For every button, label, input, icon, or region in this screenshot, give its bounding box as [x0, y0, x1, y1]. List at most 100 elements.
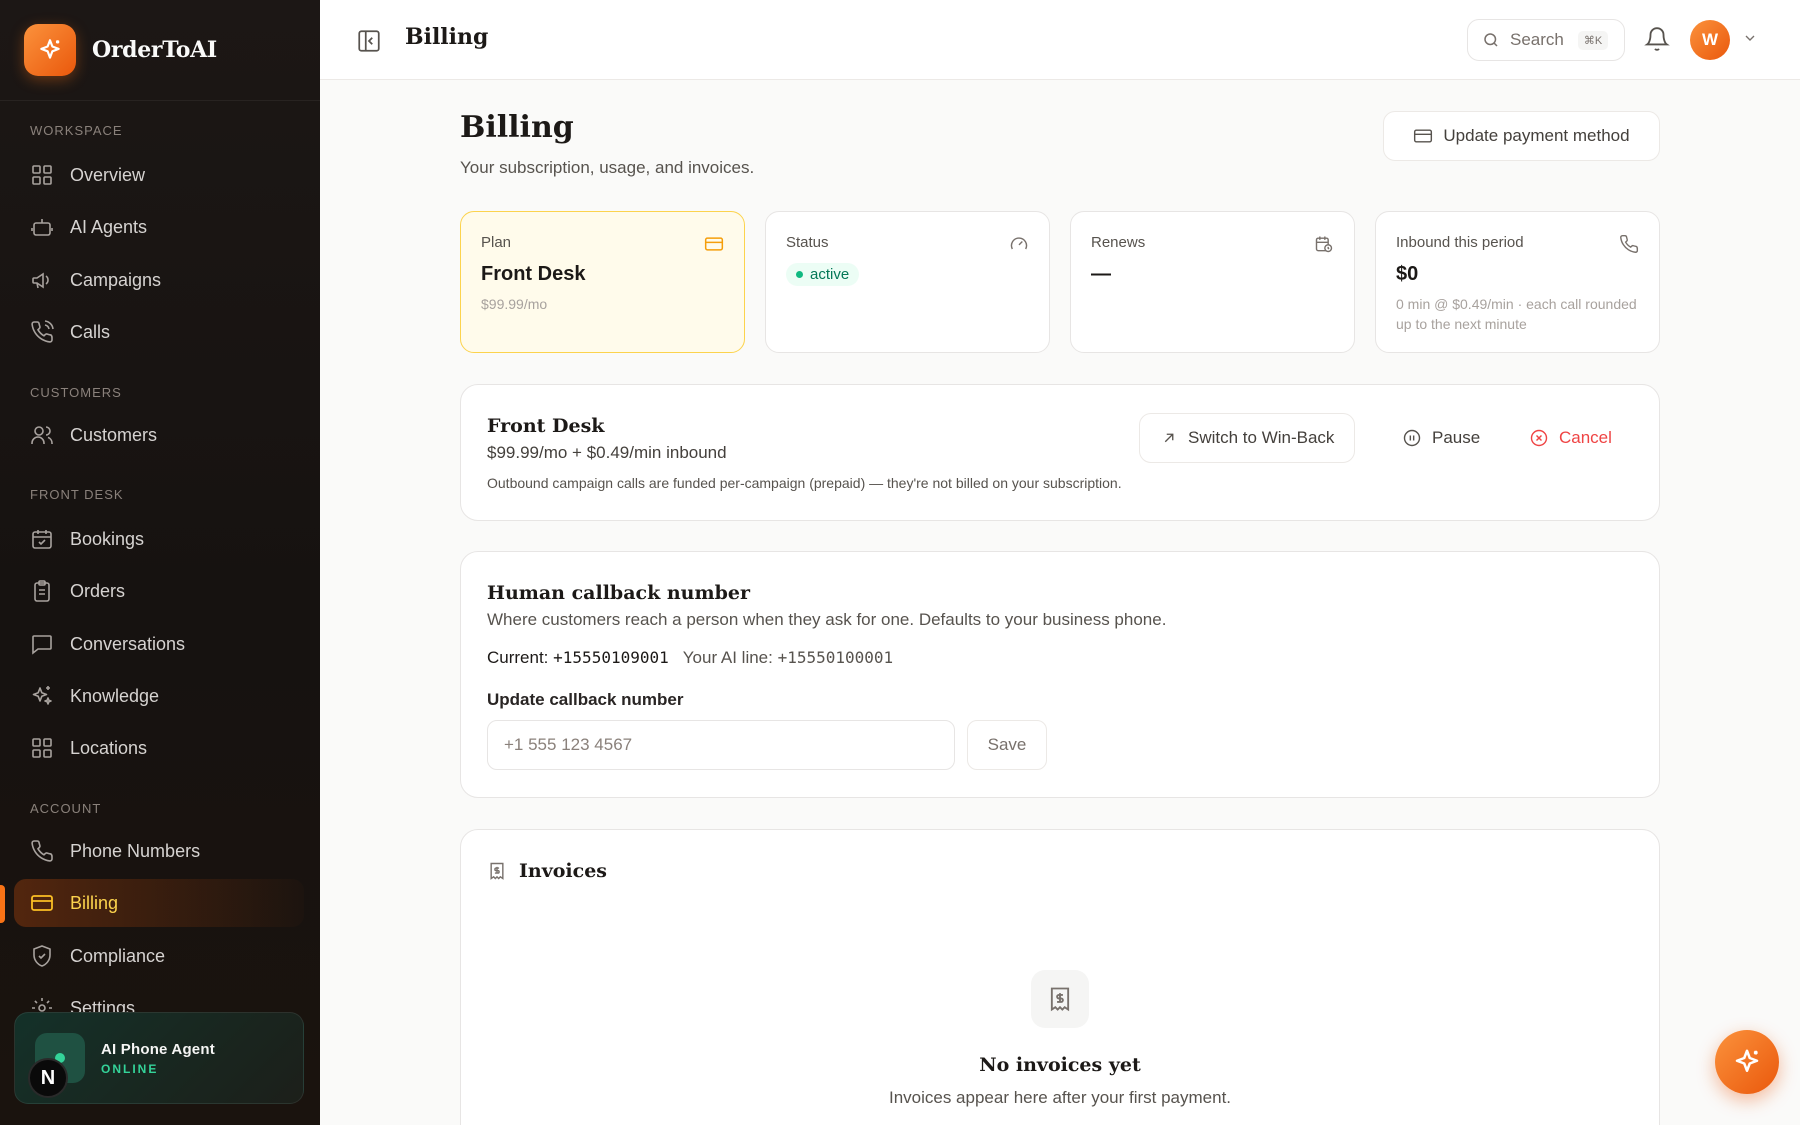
plan-card: Front Desk $99.99/mo + $0.49/min inbound… — [460, 384, 1660, 521]
stat-card-status: Status active — [765, 211, 1050, 353]
megaphone-icon — [32, 272, 49, 289]
sidebar-item-calls[interactable]: Calls — [14, 308, 304, 356]
section-label-customers: CUSTOMERS — [30, 385, 122, 400]
empty-title: No invoices yet — [979, 1054, 1141, 1076]
sidebar-item-label: Compliance — [70, 945, 166, 966]
clipboard-icon — [34, 580, 50, 602]
sidebar-item-billing[interactable]: Billing — [14, 879, 304, 927]
phone-icon — [31, 840, 53, 862]
stat-label: Inbound this period — [1396, 234, 1524, 251]
brand-divider — [0, 100, 320, 101]
sidebar-toggle-icon[interactable] — [356, 28, 382, 54]
brand-name: OrderToAI — [92, 37, 217, 63]
sidebar-item-customers[interactable]: Customers — [14, 411, 304, 459]
callback-form: Save — [487, 720, 1633, 770]
stat-sub: $99.99/mo — [481, 296, 548, 312]
update-callback-label: Update callback number — [487, 690, 684, 709]
calendar-icon — [32, 530, 52, 549]
sidebar-item-conversations[interactable]: Conversations — [14, 620, 304, 668]
credit-card-icon — [31, 895, 53, 911]
brand[interactable]: OrderToAI — [24, 24, 217, 76]
ai-assistant-button[interactable] — [1715, 1030, 1779, 1094]
sidebar-item-ai-agents[interactable]: AI Agents — [14, 203, 304, 251]
robot-icon — [31, 219, 53, 236]
gauge-icon — [1010, 237, 1028, 250]
stat-label: Status — [786, 234, 829, 251]
grid-icon — [32, 165, 52, 185]
topbar-title: Billing — [405, 24, 489, 50]
stat-card-plan: Plan Front Desk $99.99/mo — [460, 211, 745, 353]
shield-check-icon — [33, 945, 51, 967]
sidebar-item-label: Calls — [70, 321, 111, 342]
sidebar-item-label: Billing — [70, 892, 119, 913]
stat-sub: 0 min @ $0.49/min · each call rounded up… — [1396, 296, 1637, 333]
search-shortcut: ⌘K — [1577, 30, 1609, 50]
sidebar-item-label: Knowledge — [70, 685, 160, 706]
sidebar-item-label: AI Agents — [70, 216, 148, 237]
sidebar-item-campaigns[interactable]: Campaigns — [14, 256, 304, 304]
update-payment-label: Update payment method — [1443, 126, 1630, 145]
sidebar-item-orders[interactable]: Orders — [14, 567, 304, 615]
callback-current: Current: +15550109001 Your AI line: +155… — [487, 648, 1633, 668]
active-indicator — [0, 885, 5, 923]
search-label: Search — [1510, 30, 1564, 49]
x-circle-icon — [1530, 429, 1548, 447]
sidebar-item-label: Customers — [70, 424, 158, 445]
sparkles-icon — [32, 686, 52, 705]
stat-label: Renews — [1091, 234, 1146, 251]
callback-card: Human callback number Where customers re… — [460, 551, 1660, 798]
sidebar-item-label: Orders — [70, 580, 126, 601]
calendar-clock-icon — [1315, 236, 1333, 253]
receipt-icon — [490, 862, 504, 880]
status-text: active — [810, 266, 850, 283]
pause-button[interactable]: Pause — [1402, 413, 1480, 463]
n-badge[interactable]: N — [28, 1058, 68, 1098]
ai-line-number: +15550100001 — [777, 648, 894, 667]
agent-name: AI Phone Agent — [101, 1040, 215, 1058]
search-icon — [1484, 33, 1498, 47]
plan-note: Outbound campaign calls are funded per-c… — [487, 475, 1122, 491]
sidebar-item-overview[interactable]: Overview — [14, 151, 304, 199]
status-dot — [796, 271, 803, 278]
save-button[interactable]: Save — [967, 720, 1047, 770]
page-title: Billing — [460, 110, 574, 145]
chat-icon — [32, 635, 52, 655]
stat-value: Front Desk — [481, 263, 586, 285]
user-avatar[interactable]: W — [1690, 20, 1730, 60]
sidebar-item-knowledge[interactable]: Knowledge — [14, 672, 304, 720]
credit-card-icon — [704, 237, 724, 251]
current-number: +15550109001 — [553, 648, 669, 667]
stat-card-inbound: Inbound this period $0 0 min @ $0.49/min… — [1375, 211, 1660, 353]
stat-value: $0 — [1396, 263, 1419, 285]
update-payment-method-button[interactable]: Update payment method — [1383, 111, 1660, 161]
pause-icon — [1403, 429, 1421, 447]
sidebar-item-locations[interactable]: Locations — [14, 724, 304, 772]
cancel-button[interactable]: Cancel — [1529, 413, 1612, 463]
sidebar-item-label: Conversations — [70, 633, 186, 654]
phone-call-icon — [31, 320, 54, 343]
callback-description: Where customers reach a person when they… — [487, 610, 1167, 629]
phone-icon — [1620, 234, 1639, 253]
stat-value: — — [1091, 263, 1111, 285]
search-button[interactable]: Search ⌘K — [1467, 19, 1625, 61]
sidebar-item-compliance[interactable]: Compliance — [14, 932, 304, 980]
switch-plan-button[interactable]: Switch to Win-Back — [1139, 413, 1356, 463]
arrow-up-right-icon — [1164, 433, 1174, 443]
users-icon — [31, 426, 53, 444]
sidebar-item-bookings[interactable]: Bookings — [14, 515, 304, 563]
grid-icon — [32, 738, 52, 758]
chevron-down-icon[interactable] — [1742, 30, 1758, 46]
section-label-front-desk: FRONT DESK — [30, 487, 124, 502]
sidebar-item-label: Overview — [70, 164, 146, 185]
invoices-header: Invoices — [487, 860, 1633, 882]
cancel-label: Cancel — [1559, 428, 1612, 447]
sidebar-item-label: Locations — [70, 737, 148, 758]
sidebar-item-phone-numbers[interactable]: Phone Numbers — [14, 827, 304, 875]
stat-label: Plan — [481, 234, 512, 251]
section-label-workspace: WORKSPACE — [30, 123, 123, 138]
callback-number-input[interactable] — [487, 720, 955, 770]
stat-card-renews: Renews — — [1070, 211, 1355, 353]
empty-receipt-icon — [1031, 970, 1089, 1028]
bell-icon[interactable] — [1644, 26, 1670, 52]
invoices-card: Invoices No invoices yet Invoices appear… — [460, 829, 1660, 1125]
